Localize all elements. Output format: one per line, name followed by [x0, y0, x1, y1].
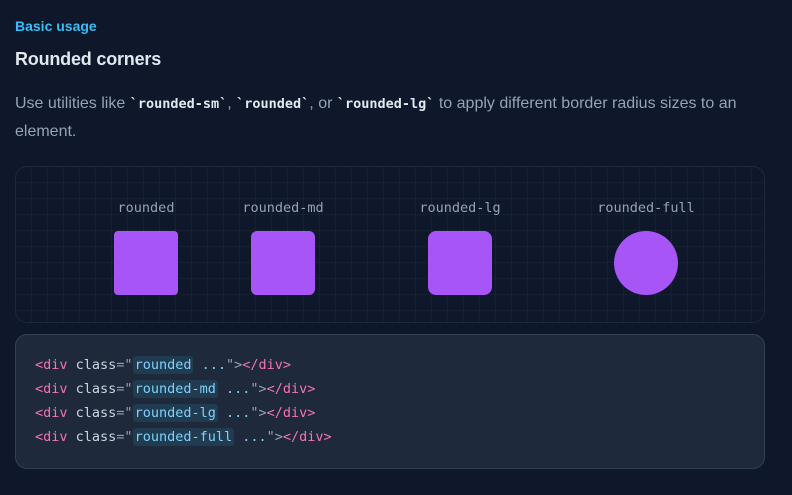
sample-label: rounded-md [242, 200, 324, 216]
description-text: , [227, 95, 237, 112]
rounded-full-swatch [614, 231, 678, 295]
code-class-value: rounded-lg [134, 405, 216, 421]
code-highlight: rounded-md [132, 380, 218, 398]
code-punct: =" [116, 381, 133, 397]
section-title: Rounded corners [15, 49, 162, 69]
code-class-value: rounded-md [134, 381, 216, 397]
code-tag-open: <div [35, 405, 68, 421]
code-tag-close: </div> [266, 405, 316, 421]
code-class-value: rounded [134, 357, 192, 373]
code-line: <div class=" rounded ..."></div> [35, 353, 764, 377]
code-attr: class [67, 429, 117, 445]
code-line: <div class=" rounded-lg ..."></div> [35, 401, 764, 425]
code-punct: "> [250, 405, 267, 421]
code-attr: class [67, 405, 117, 421]
inline-code-rounded-lg: `rounded-lg` [336, 96, 435, 112]
code-block[interactable]: <div class=" rounded ..."></div> <div cla… [15, 334, 765, 469]
code-punct: "> [250, 381, 267, 397]
code-ellipsis: ... [193, 357, 226, 373]
code-tag-open: <div [35, 381, 68, 397]
code-punct: =" [116, 357, 133, 373]
code-highlight: rounded-full [132, 428, 235, 446]
code-highlight: rounded [132, 356, 194, 374]
sample-rounded-md: rounded-md [198, 167, 368, 295]
code-line: <div class=" rounded-md ..."></div> [35, 377, 764, 401]
inline-code-rounded: `rounded` [236, 96, 310, 112]
sample-rounded-lg: rounded-lg [375, 167, 545, 295]
description-text: , or [309, 95, 337, 112]
code-ellipsis: ... [234, 429, 267, 445]
code-line: <div class=" rounded-full ..."></div> [35, 425, 764, 449]
code-punct: =" [116, 429, 133, 445]
rounded-swatch [114, 231, 178, 295]
description-text: Use utilities like [15, 95, 130, 112]
sample-label: rounded-lg [419, 200, 501, 216]
code-tag-close: </div> [282, 429, 332, 445]
example-preview-panel: rounded rounded-md rounded-lg rounded-fu… [15, 166, 765, 323]
inline-code-rounded-sm: `rounded-sm` [129, 96, 228, 112]
code-tag-close: </div> [242, 357, 292, 373]
code-ellipsis: ... [217, 381, 251, 397]
section-eyebrow: Basic usage [15, 18, 97, 34]
code-highlight: rounded-lg [132, 404, 218, 422]
code-punct: =" [116, 405, 133, 421]
code-tag-open: <div [35, 429, 68, 445]
code-attr: class [67, 381, 117, 397]
section-description: Use utilities like `rounded-sm`, `rounde… [15, 90, 775, 146]
code-class-value: rounded-full [134, 429, 233, 445]
code-tag-close: </div> [266, 381, 316, 397]
rounded-md-swatch [251, 231, 315, 295]
code-punct: "> [266, 429, 283, 445]
code-punct: "> [225, 357, 243, 373]
code-tag-open: <div [35, 357, 68, 373]
sample-rounded-full: rounded-full [561, 167, 731, 295]
code-attr: class [67, 357, 117, 373]
rounded-lg-swatch [428, 231, 492, 295]
code-ellipsis: ... [217, 405, 251, 421]
sample-label: rounded-full [597, 200, 695, 216]
